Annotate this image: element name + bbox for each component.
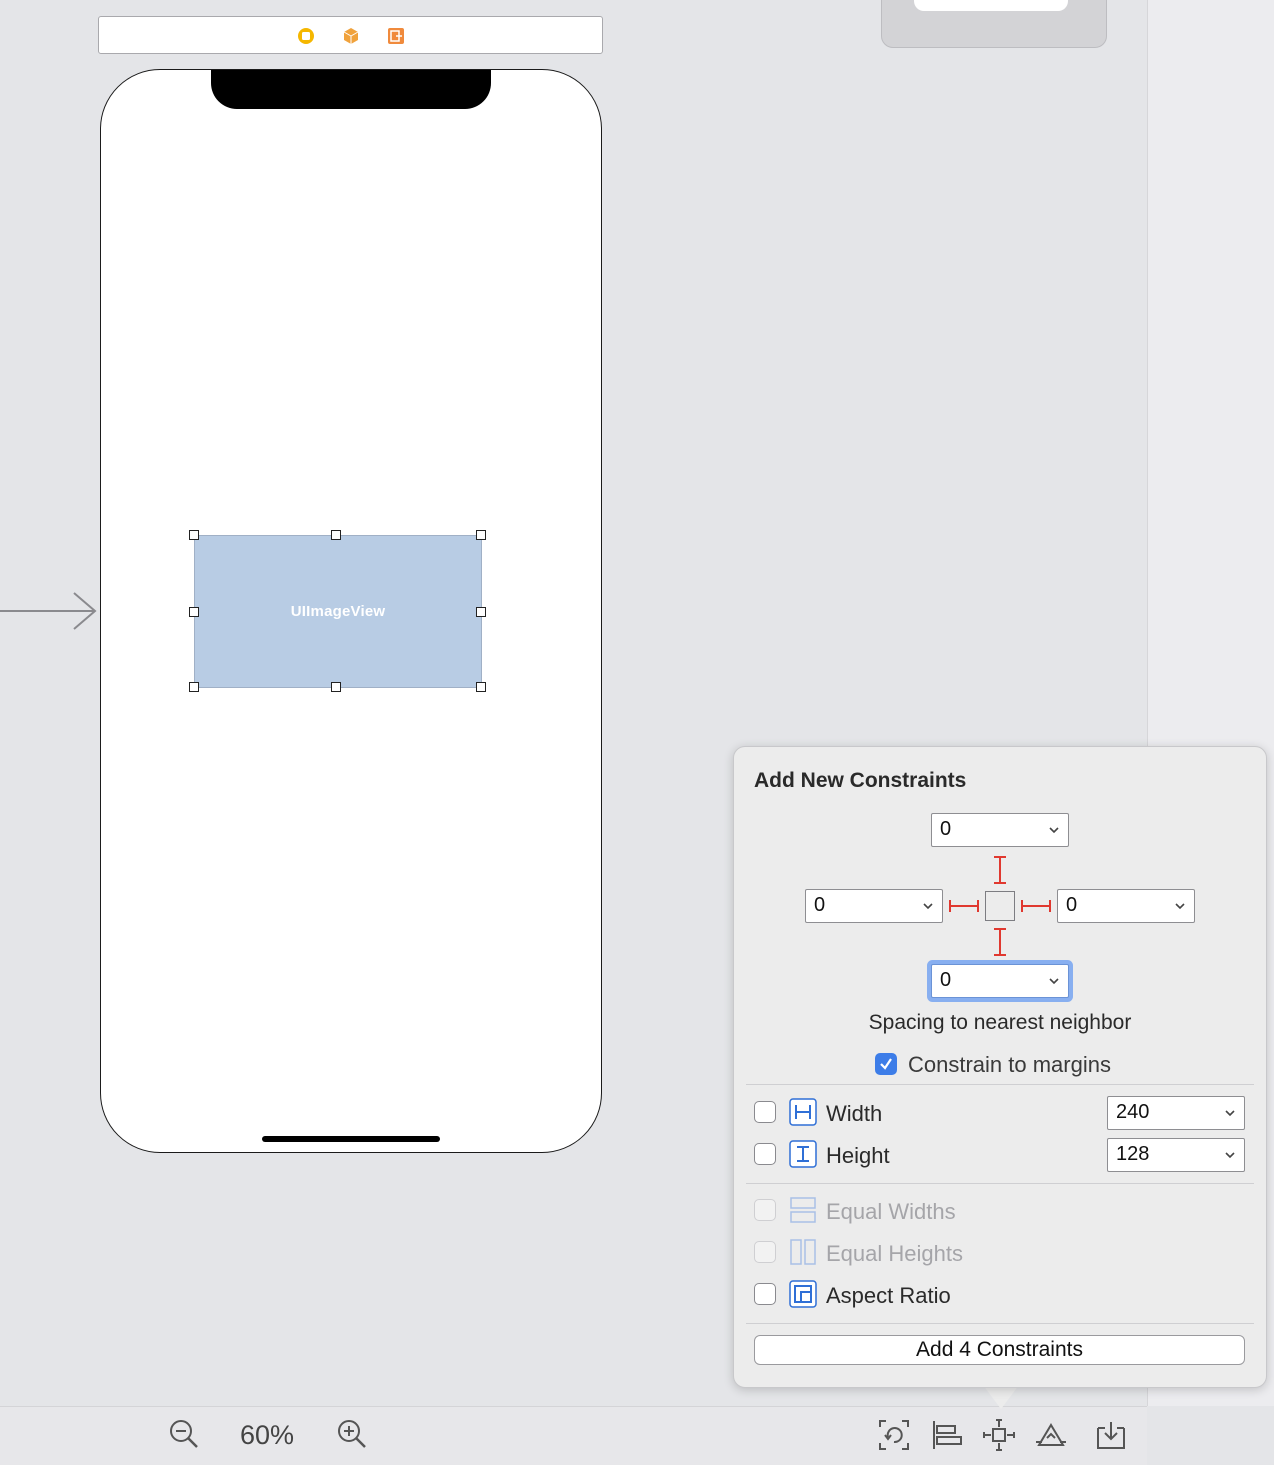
- width-constraint-icon: [789, 1098, 817, 1126]
- resize-handle-right[interactable]: [476, 607, 486, 617]
- entry-point-arrow-icon: [0, 592, 97, 630]
- popover-title: Add New Constraints: [754, 769, 967, 792]
- popover-arrow: [983, 1385, 1019, 1409]
- top-spacing-combo[interactable]: 0: [931, 813, 1069, 847]
- resize-handle-bottom-left[interactable]: [189, 682, 199, 692]
- aspect-ratio-checkbox[interactable]: [754, 1283, 776, 1305]
- height-value: 128: [1116, 1143, 1150, 1165]
- equal-heights-checkbox: [754, 1241, 776, 1263]
- phone-notch: [211, 70, 491, 109]
- view-controller-icon[interactable]: [297, 27, 315, 45]
- equal-widths-checkbox: [754, 1199, 776, 1221]
- top-constraint-toggle-icon[interactable]: [990, 855, 1010, 885]
- spacing-caption: Spacing to nearest neighbor: [868, 1011, 1132, 1034]
- update-frames-icon[interactable]: [877, 1418, 911, 1452]
- embed-in-icon[interactable]: [1094, 1418, 1128, 1452]
- add-new-constraints-icon[interactable]: [982, 1418, 1016, 1452]
- separator: [746, 1183, 1254, 1184]
- height-constraint-icon: [789, 1140, 817, 1168]
- resize-handle-top-left[interactable]: [189, 530, 199, 540]
- height-checkbox[interactable]: [754, 1143, 776, 1165]
- bottom-constraint-toggle-icon[interactable]: [990, 927, 1010, 957]
- trailing-spacing-value: 0: [1066, 894, 1078, 916]
- zoom-out-icon[interactable]: [168, 1418, 200, 1450]
- resize-handle-top[interactable]: [331, 530, 341, 540]
- separator: [746, 1084, 1254, 1085]
- add-constraints-button[interactable]: Add 4 Constraints: [754, 1335, 1245, 1365]
- resolve-auto-layout-issues-icon[interactable]: [1034, 1418, 1068, 1452]
- imageview-label: UIImageView: [290, 603, 386, 620]
- add-new-constraints-popover: Add New Constraints 0 0 0 0 Spacing to n…: [733, 746, 1267, 1388]
- chevron-down-icon: [1175, 903, 1185, 910]
- leading-constraint-toggle-icon[interactable]: [948, 896, 980, 916]
- top-spacing-value: 0: [940, 818, 952, 840]
- equal-widths-label: Equal Widths: [826, 1199, 956, 1224]
- resize-handle-bottom[interactable]: [331, 682, 341, 692]
- leading-spacing-value: 0: [814, 894, 826, 916]
- home-indicator: [262, 1136, 440, 1142]
- resize-handle-bottom-right[interactable]: [476, 682, 486, 692]
- height-label: Height: [826, 1143, 890, 1168]
- chevron-down-icon: [1225, 1152, 1235, 1159]
- uiimageview[interactable]: UIImageView: [194, 535, 482, 688]
- trailing-spacing-combo[interactable]: 0: [1057, 889, 1195, 923]
- zoom-level: 60%: [240, 1420, 295, 1450]
- zoom-in-icon[interactable]: [336, 1418, 368, 1450]
- checkmark-icon: [880, 1058, 892, 1070]
- scene-dock: [98, 16, 603, 54]
- bottom-spacing-combo[interactable]: 0: [931, 964, 1069, 998]
- bottom-spacing-value: 0: [940, 969, 952, 991]
- library-panel-inner: [914, 0, 1068, 11]
- width-label: Width: [826, 1101, 883, 1126]
- constrain-to-margins-checkbox[interactable]: [875, 1053, 897, 1075]
- constraint-center-box: [985, 891, 1015, 921]
- first-responder-icon[interactable]: [342, 27, 360, 45]
- equal-heights-label: Equal Heights: [826, 1241, 963, 1266]
- chevron-down-icon: [1049, 827, 1059, 834]
- separator: [746, 1323, 1254, 1324]
- chevron-down-icon: [1225, 1110, 1235, 1117]
- equal-widths-icon: [790, 1197, 816, 1223]
- resize-handle-top-right[interactable]: [476, 530, 486, 540]
- library-panel-edge: [881, 0, 1107, 48]
- leading-spacing-combo[interactable]: 0: [805, 889, 943, 923]
- aspect-ratio-label: Aspect Ratio: [826, 1283, 951, 1308]
- align-icon[interactable]: [930, 1418, 964, 1452]
- width-value-combo[interactable]: 240: [1107, 1096, 1245, 1130]
- aspect-ratio-icon: [789, 1280, 817, 1308]
- trailing-constraint-toggle-icon[interactable]: [1020, 896, 1052, 916]
- exit-icon[interactable]: [387, 27, 405, 45]
- constrain-to-margins-label: Constrain to margins: [908, 1052, 1111, 1077]
- resize-handle-left[interactable]: [189, 607, 199, 617]
- width-value: 240: [1116, 1101, 1150, 1123]
- height-value-combo[interactable]: 128: [1107, 1138, 1245, 1172]
- equal-heights-icon: [790, 1239, 816, 1265]
- chevron-down-icon: [1049, 978, 1059, 985]
- chevron-down-icon: [923, 903, 933, 910]
- width-checkbox[interactable]: [754, 1101, 776, 1123]
